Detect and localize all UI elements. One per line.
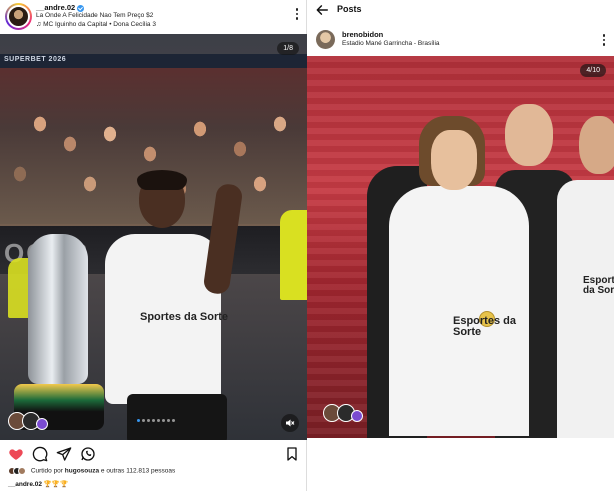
media-counter: 4/10 [580,64,606,77]
music-note-icon: ♫ [36,21,42,28]
back-arrow-icon[interactable] [315,3,329,17]
verified-badge-icon [77,4,85,12]
speaker-muted-icon[interactable] [281,414,299,432]
liked-prefix: Curtido por [30,467,63,475]
caption-text: 🏆🏆🏆 [43,481,69,488]
stadium-banner: SUPERBET 2026 [0,54,307,68]
more-options-icon[interactable] [602,34,606,48]
page-title: Posts [337,4,362,14]
post-header: brenobidon Estadio Mané Garrincha - Bras… [307,26,614,54]
liked-user[interactable]: hugosouza [65,468,99,475]
shirt-sponsor-text-right: Esportes da Sorte [583,275,614,296]
carousel-dots [137,419,175,422]
media-counter: 1/8 [277,42,299,55]
banner-text: SUPERBET 2026 [4,56,67,63]
music-separator: • [109,21,112,28]
bookmark-icon[interactable] [284,446,300,462]
music-artist: MC Iguinho da Capital [43,21,108,28]
post-username[interactable]: brenobidon [342,30,383,39]
caption-username[interactable]: __andre.02 [8,481,42,488]
posts-header: Posts [307,0,614,22]
left-post: __andre.02 La Onde A Felicidade Nao Tem … [0,0,307,491]
shirt-sponsor-text: Esportes da Sorte [453,315,516,338]
whatsapp-icon[interactable] [80,446,96,462]
trophy [8,224,108,440]
tagged-users[interactable] [8,412,48,430]
player-figure-center: Esportes da Sorte [389,116,529,438]
carousel-dot [147,419,150,422]
comment-icon[interactable] [32,446,48,462]
post-header: __andre.02 La Onde A Felicidade Nao Tem … [0,0,307,34]
carousel-dot [157,419,160,422]
heart-filled-icon[interactable] [8,446,24,462]
more-options-icon[interactable] [295,8,299,22]
player-figure [105,170,227,440]
avatar[interactable] [316,30,335,49]
share-icon[interactable] [56,446,72,462]
carousel-dot [152,419,155,422]
username-text[interactable]: __andre.02 [36,3,75,12]
carousel-dot [172,419,175,422]
story-avatar[interactable] [5,3,32,30]
post-media[interactable]: SUPERBET 2026 OCOB Sportes da Sorte 1/8 [0,34,307,440]
music-extra: Dona Cecília 3 [113,21,156,28]
carousel-dot [167,419,170,422]
steward-figure-right [280,210,307,300]
music-info[interactable]: ♫ MC Iguinho da Capital • Dona Cecília 3 [36,21,156,28]
right-post: Posts brenobidon Estadio Mané Garrincha … [307,0,614,491]
liked-by[interactable]: Curtido por hugosouza e outras 112.813 p… [8,467,175,475]
post-caption: __andre.02 🏆🏆🏆 [8,480,68,488]
liked-suffix: e outras 112.813 pessoas [100,467,176,475]
song-line[interactable]: La Onde A Felicidade Nao Tem Preço $2 [36,12,153,19]
liker-avatar [18,467,26,475]
post-media[interactable]: Esportes da Sorte Esportes da Sorte 4/10 [307,56,614,438]
carousel-dot [137,419,140,422]
carousel-dot [142,419,145,422]
tagged-users[interactable] [323,404,363,422]
post-username[interactable]: __andre.02 [36,3,85,12]
player-figure-right: Esportes da Sorte [557,116,614,438]
post-location[interactable]: Estadio Mané Garrincha - Brasília [342,40,440,47]
post-actions [0,444,307,464]
carousel-dot [162,419,165,422]
shirt-sponsor-text: Sportes da Sorte [140,311,229,323]
